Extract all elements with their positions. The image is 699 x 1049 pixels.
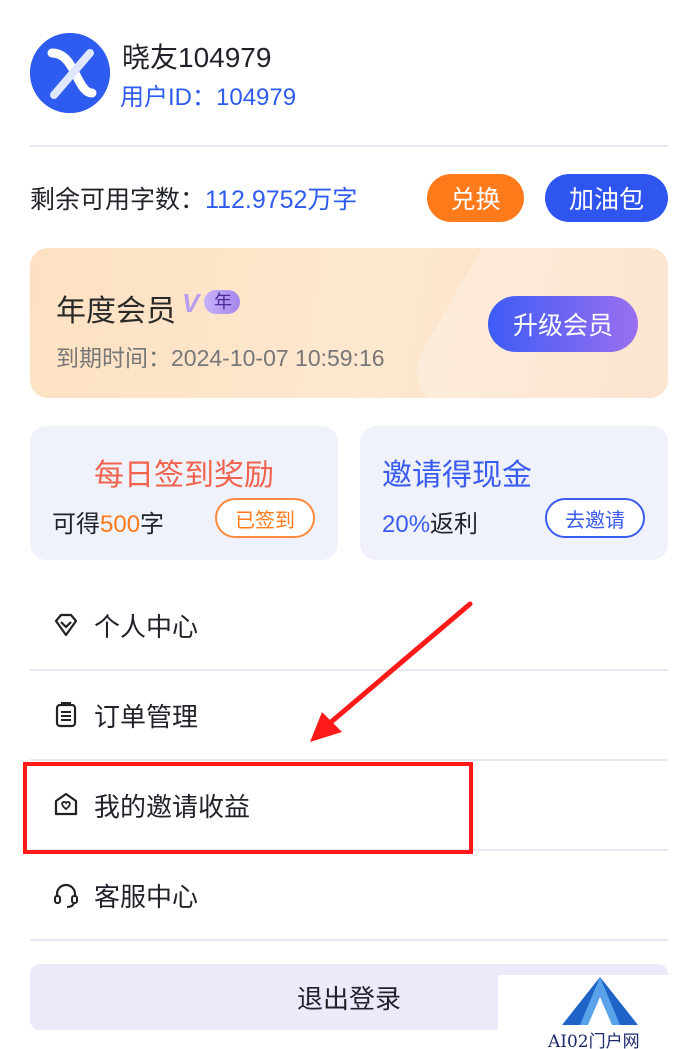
boost-pack-button[interactable]: 加油包 bbox=[545, 174, 668, 222]
user-name: 晓友104979 bbox=[122, 42, 272, 73]
annotation-arrow-icon bbox=[310, 601, 473, 742]
daily-sign-amount: 500 bbox=[100, 511, 141, 538]
upgrade-button[interactable]: 升级会员 bbox=[488, 296, 638, 352]
headset-icon bbox=[50, 879, 82, 911]
daily-sign-reward: 可得500字 bbox=[52, 504, 164, 539]
vip-year-label: 年 bbox=[204, 290, 240, 314]
divider bbox=[30, 939, 668, 941]
menu-item-label: 客服中心 bbox=[94, 881, 199, 912]
invite-rebate-suffix: 返利 bbox=[430, 511, 479, 538]
watermark: AI02门户网 bbox=[498, 975, 668, 1049]
menu-item-label: 订单管理 bbox=[94, 701, 199, 732]
watermark-text: AI02门户网 bbox=[548, 1032, 640, 1049]
exchange-button[interactable]: 兑换 bbox=[427, 174, 524, 222]
membership-card: 年度会员 V 年 到期时间：2024-10-07 10:59:16 升级会员 bbox=[30, 248, 668, 398]
remaining-words-label: 剩余可用字数： bbox=[30, 186, 206, 214]
invite-rebate-percent: 20% bbox=[382, 511, 431, 538]
vip-v-icon: V bbox=[182, 288, 200, 318]
daily-sign-card: 每日签到奖励 可得500字 已签到 bbox=[30, 426, 338, 560]
annotation-highlight-box bbox=[23, 762, 473, 854]
clipboard-icon bbox=[50, 699, 82, 731]
menu-item-label: 个人中心 bbox=[94, 611, 199, 642]
invite-cash-title: 邀请得现金 bbox=[382, 459, 532, 492]
user-id: 用户ID：104979 bbox=[120, 84, 297, 111]
invite-rebate: 20%返利 bbox=[382, 504, 478, 539]
invite-cash-card: 邀请得现金 20%返利 去邀请 bbox=[360, 426, 668, 560]
signed-in-button[interactable]: 已签到 bbox=[215, 498, 315, 538]
watermark-logo-icon bbox=[562, 977, 638, 1025]
daily-sign-prefix: 可得 bbox=[52, 511, 100, 538]
vip-year-badge: V 年 bbox=[182, 288, 248, 318]
daily-sign-title: 每日签到奖励 bbox=[94, 459, 274, 492]
daily-sign-suffix: 字 bbox=[140, 511, 165, 538]
membership-expire: 到期时间：2024-10-07 10:59:16 bbox=[56, 345, 385, 371]
menu-item-customer-service[interactable]: 客服中心 bbox=[30, 850, 668, 940]
go-invite-button[interactable]: 去邀请 bbox=[545, 498, 645, 538]
avatar[interactable] bbox=[30, 33, 110, 113]
divider bbox=[30, 145, 668, 147]
membership-title: 年度会员 bbox=[56, 295, 176, 328]
diamond-icon bbox=[50, 609, 82, 641]
remaining-words: 剩余可用字数：112.9752万字 bbox=[30, 180, 357, 216]
app-logo-icon bbox=[30, 33, 110, 113]
remaining-words-value: 112.9752万字 bbox=[205, 186, 358, 214]
